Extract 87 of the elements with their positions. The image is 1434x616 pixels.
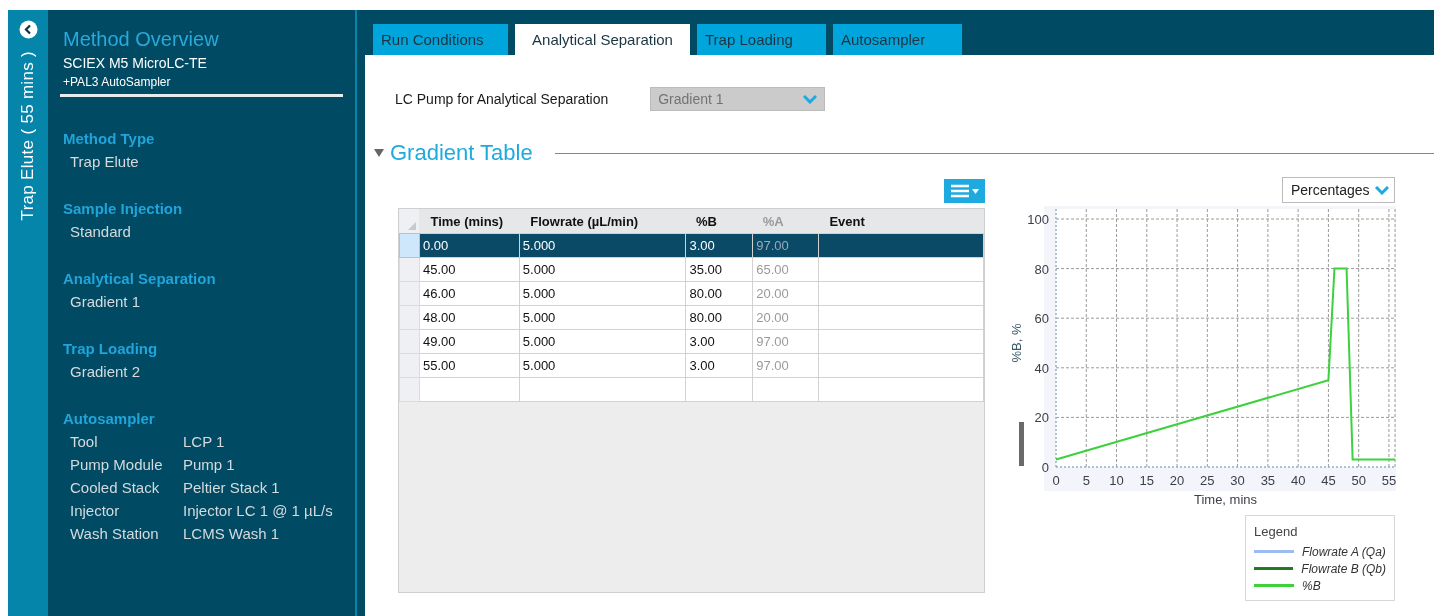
row-header[interactable] — [399, 329, 420, 354]
section-heading: Sample Injection — [63, 200, 184, 217]
legend-label: Flowrate A (Qa) — [1302, 544, 1386, 559]
instrument-name: SCIEX M5 MicroLC-TE — [63, 55, 208, 71]
x-tick-label: 15 — [1139, 473, 1155, 488]
menu-button[interactable] — [944, 179, 985, 203]
x-tick-label: 35 — [1260, 473, 1276, 488]
table-cell[interactable]: 0.00 — [419, 233, 520, 258]
table-cell[interactable]: 5.000 — [519, 257, 686, 282]
row-header[interactable] — [399, 281, 420, 306]
row-header[interactable] — [399, 233, 420, 258]
pump-label: LC Pump for Analytical Separation — [395, 91, 609, 107]
property-label: Tool — [70, 433, 99, 450]
section-title: Gradient Table — [390, 140, 533, 166]
y-tick-label: 40 — [1034, 360, 1049, 376]
property-label: Pump Module — [70, 456, 164, 473]
section-value: Gradient 1 — [70, 293, 142, 310]
collapse-triangle-icon[interactable] — [374, 149, 384, 157]
scroll-handle[interactable] — [1019, 422, 1024, 466]
column-header[interactable]: Time (mins) — [419, 209, 520, 234]
section-value: Gradient 2 — [70, 363, 142, 380]
property-value: Peltier Stack 1 — [183, 479, 281, 496]
x-tick-label: 20 — [1169, 473, 1185, 488]
property-value: LCP 1 — [183, 433, 226, 450]
property-value: Injector LC 1 @ 1 µL/s — [183, 502, 333, 519]
property-label: Wash Station — [70, 525, 160, 542]
property-label: Cooled Stack — [70, 479, 161, 496]
section-heading: Autosampler — [63, 410, 156, 427]
table-cell[interactable]: 3.00 — [685, 233, 753, 258]
y-tick-label: 100 — [1027, 212, 1049, 227]
caret-icon — [971, 188, 979, 194]
tab[interactable]: Run Conditions — [373, 24, 508, 55]
property-value: LCMS Wash 1 — [183, 525, 281, 542]
table-cell[interactable]: 97.00 — [752, 233, 819, 258]
tab[interactable]: Analytical Separation — [515, 24, 690, 55]
column-header[interactable]: %B — [685, 209, 753, 234]
section-heading: Analytical Separation — [63, 270, 217, 287]
table-cell[interactable]: 48.00 — [419, 305, 520, 330]
section-heading: Trap Loading — [63, 340, 159, 357]
table-cell[interactable]: 5.000 — [519, 353, 686, 378]
legend-label: Flowrate B (Qb) — [1301, 561, 1386, 576]
section-heading: Method Type — [63, 130, 156, 147]
x-tick-label: 50 — [1351, 473, 1366, 488]
table-cell[interactable]: 46.00 — [419, 281, 520, 306]
menu-icon — [950, 184, 969, 198]
x-tick-label: 25 — [1200, 473, 1215, 488]
table-cell[interactable]: 5.000 — [519, 305, 686, 330]
x-tick-label: 55 — [1381, 473, 1397, 488]
x-tick-label: 45 — [1321, 473, 1336, 488]
collapse-icon[interactable] — [18, 20, 38, 39]
section-value: Standard — [70, 223, 132, 240]
property-value: Pump 1 — [183, 456, 236, 473]
y-tick-label: 60 — [1034, 311, 1049, 327]
y-tick-label: 0 — [1041, 460, 1049, 475]
y-tick-label: 20 — [1034, 410, 1049, 426]
x-tick-label: 5 — [1082, 473, 1090, 488]
x-tick-label: 40 — [1290, 473, 1306, 488]
row-header[interactable] — [399, 305, 420, 330]
panel-title: Method Overview — [63, 28, 220, 51]
x-tick-label: 10 — [1109, 473, 1124, 488]
legend-title: Legend — [1254, 524, 1299, 539]
addon-name: +PAL3 AutoSampler — [63, 75, 172, 89]
table-cell[interactable]: 5.000 — [519, 329, 686, 354]
row-header[interactable] — [399, 353, 420, 378]
y-axis-title: %B, % — [1009, 323, 1024, 363]
table-cell[interactable]: 49.00 — [419, 329, 520, 354]
chevron-icon — [803, 94, 818, 104]
table-cell[interactable]: 5.000 — [519, 281, 686, 306]
legend-label: %B — [1302, 578, 1321, 593]
method-name-label: Trap Elute ( 55 mins ) — [18, 51, 38, 221]
view-dropdown[interactable]: Percentages — [1282, 177, 1395, 203]
property-label: Injector — [70, 502, 121, 519]
tab[interactable]: Autosampler — [833, 24, 962, 55]
table-cell[interactable]: 5.000 — [519, 233, 686, 258]
select-all-icon[interactable] — [407, 222, 416, 230]
x-tick-label: 0 — [1052, 473, 1060, 488]
column-header[interactable]: Flowrate (µL/min) — [519, 209, 686, 234]
tab[interactable]: Trap Loading — [697, 24, 826, 55]
row-header[interactable] — [399, 257, 420, 282]
table-cell[interactable]: 55.00 — [419, 353, 520, 378]
section-value: Trap Elute — [70, 153, 140, 170]
table-cell[interactable]: 45.00 — [419, 257, 520, 282]
x-axis-title: Time, mins — [1193, 492, 1258, 507]
chevron-icon — [1375, 185, 1389, 195]
x-tick-label: 30 — [1230, 473, 1245, 488]
column-header[interactable]: Event — [818, 209, 984, 234]
y-tick-label: 80 — [1034, 261, 1049, 277]
